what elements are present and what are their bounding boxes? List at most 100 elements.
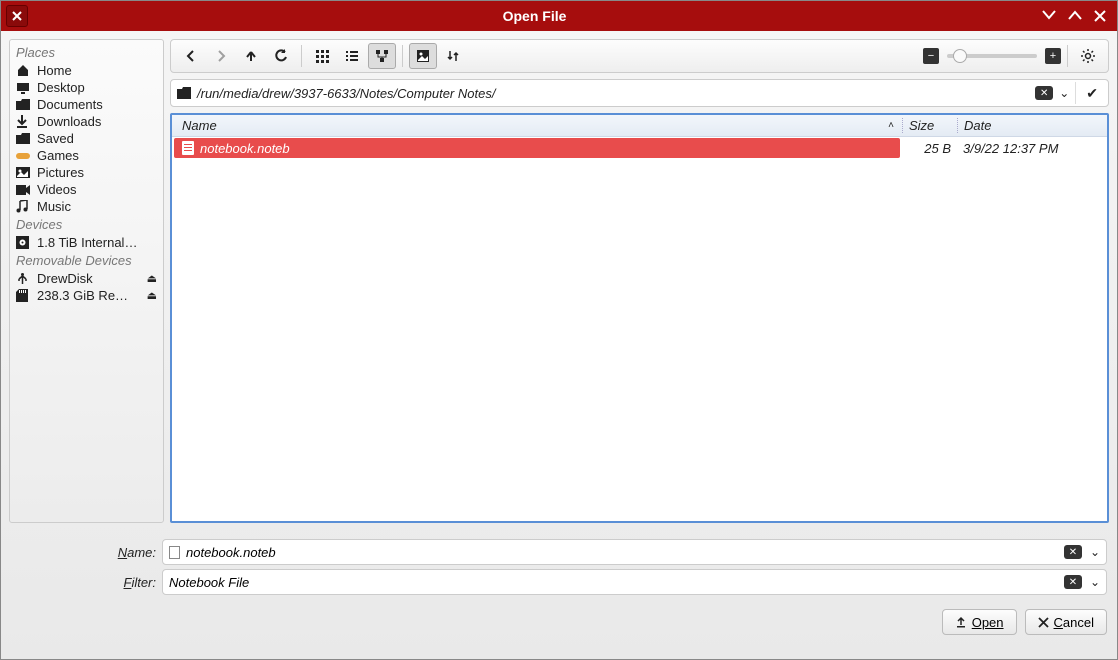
tree-view-button[interactable] xyxy=(368,43,396,69)
download-icon xyxy=(16,115,32,128)
clear-path-button[interactable]: ✕ xyxy=(1035,86,1053,100)
sort-ascending-icon: ˄ xyxy=(888,120,894,131)
path-input[interactable]: /run/media/drew/3937-6633/Notes/Computer… xyxy=(197,86,1029,101)
upload-icon xyxy=(955,616,967,628)
preview-button[interactable] xyxy=(409,43,437,69)
open-button[interactable]: Open xyxy=(942,609,1017,635)
devices-header: Devices xyxy=(10,215,163,234)
cancel-button[interactable]: Cancel xyxy=(1025,609,1107,635)
pictures-icon xyxy=(16,167,32,178)
places-item[interactable]: Videos xyxy=(10,181,163,198)
icon-view-button[interactable] xyxy=(308,43,336,69)
close-icon[interactable] xyxy=(1093,9,1107,23)
places-item[interactable]: Games xyxy=(10,147,163,164)
filter-field-container: ✕ ⌄ xyxy=(162,569,1107,595)
sidebar-item-label: Saved xyxy=(37,131,74,146)
back-button[interactable] xyxy=(177,43,205,69)
sidebar-item-label: Videos xyxy=(37,182,77,197)
sidebar-item-label: Downloads xyxy=(37,114,101,129)
zoom-in-button[interactable]: + xyxy=(1045,48,1061,64)
titlebar: Open File xyxy=(1,1,1117,31)
column-size-header[interactable]: Size xyxy=(902,118,957,133)
dialog-buttons: Open Cancel xyxy=(1,605,1117,645)
places-item[interactable]: Saved xyxy=(10,130,163,147)
file-row[interactable]: notebook.noteb 25 B3/9/22 12:37 PM xyxy=(172,137,1107,159)
zoom-slider[interactable] xyxy=(947,54,1037,58)
zoom-out-button[interactable]: − xyxy=(923,48,939,64)
sidebar-item-label: 238.3 GiB Re… xyxy=(37,288,128,303)
sidebar-item-label: 1.8 TiB Internal… xyxy=(37,235,137,250)
clear-name-button[interactable]: ✕ xyxy=(1064,545,1082,559)
path-dropdown-button[interactable]: ⌄ xyxy=(1059,86,1069,100)
removable-header: Removable Devices xyxy=(10,251,163,270)
file-icon xyxy=(182,141,194,155)
column-headers: Name ˄ Size Date xyxy=(172,115,1107,137)
sidebar-item-label: Music xyxy=(37,199,71,214)
places-header: Places xyxy=(10,43,163,62)
name-input[interactable] xyxy=(186,545,1058,560)
places-item[interactable]: Home xyxy=(10,62,163,79)
home-icon xyxy=(16,64,32,77)
devices-item[interactable]: 1.8 TiB Internal… xyxy=(10,234,163,251)
minimize-icon[interactable] xyxy=(1041,9,1057,23)
list-view-button[interactable] xyxy=(338,43,366,69)
forward-button[interactable] xyxy=(207,43,235,69)
eject-icon[interactable]: ⏏ xyxy=(147,272,157,285)
open-file-dialog: Open File Places Home Desktop Documents Dow… xyxy=(0,0,1118,660)
sidebar-item-label: Pictures xyxy=(37,165,84,180)
file-name: notebook.noteb xyxy=(200,141,290,156)
window-title: Open File xyxy=(28,8,1041,24)
sidebar-item-label: Games xyxy=(37,148,79,163)
folder-icon xyxy=(177,87,191,99)
sd-icon xyxy=(16,289,32,302)
file-list: Name ˄ Size Date notebook.noteb 25 B3/9/2… xyxy=(170,113,1109,523)
places-item[interactable]: Music xyxy=(10,198,163,215)
places-item[interactable]: Documents xyxy=(10,96,163,113)
window-controls xyxy=(1041,9,1117,23)
filter-input[interactable] xyxy=(169,575,1058,590)
file-size: 25 B xyxy=(902,141,957,156)
places-sidebar: Places Home Desktop Documents Downloads Save… xyxy=(9,39,164,523)
file-icon xyxy=(169,546,180,559)
column-date-header[interactable]: Date xyxy=(957,118,1107,133)
path-go-button[interactable]: ✔ xyxy=(1082,85,1102,102)
removable-item[interactable]: DrewDisk ⏏ xyxy=(10,270,163,287)
sidebar-item-label: Documents xyxy=(37,97,103,112)
app-close-button[interactable] xyxy=(6,5,28,27)
dialog-body: Places Home Desktop Documents Downloads Save… xyxy=(1,31,1117,659)
folder-icon xyxy=(16,99,32,110)
places-item[interactable]: Downloads xyxy=(10,113,163,130)
cancel-icon xyxy=(1038,617,1049,628)
name-dropdown-button[interactable]: ⌄ xyxy=(1088,545,1102,559)
filter-label: Filter: xyxy=(11,575,156,590)
file-date: 3/9/22 12:37 PM xyxy=(957,141,1107,156)
usb-icon xyxy=(16,273,32,285)
up-button[interactable] xyxy=(237,43,265,69)
name-label: Name: xyxy=(11,545,156,560)
toolbar: − + xyxy=(170,39,1109,73)
sidebar-item-label: Home xyxy=(37,63,72,78)
settings-button[interactable] xyxy=(1074,43,1102,69)
sidebar-item-label: Desktop xyxy=(37,80,85,95)
filter-dropdown-button[interactable]: ⌄ xyxy=(1088,575,1102,589)
reload-button[interactable] xyxy=(267,43,295,69)
clear-filter-button[interactable]: ✕ xyxy=(1064,575,1082,589)
videos-icon xyxy=(16,185,32,195)
sort-button[interactable] xyxy=(439,43,467,69)
main-column: − + /run/media/drew/3937-6633/Notes/Comp… xyxy=(170,39,1109,523)
path-bar: /run/media/drew/3937-6633/Notes/Computer… xyxy=(170,79,1109,107)
name-field-container: ✕ ⌄ xyxy=(162,539,1107,565)
places-item[interactable]: Desktop xyxy=(10,79,163,96)
places-item[interactable]: Pictures xyxy=(10,164,163,181)
desktop-icon xyxy=(16,82,32,94)
sidebar-item-label: DrewDisk xyxy=(37,271,93,286)
top-row: Places Home Desktop Documents Downloads Save… xyxy=(1,31,1117,531)
folder-icon xyxy=(16,133,32,144)
removable-item[interactable]: 238.3 GiB Re… ⏏ xyxy=(10,287,163,304)
maximize-icon[interactable] xyxy=(1067,9,1083,23)
music-icon xyxy=(16,200,32,213)
bottom-form: Name: ✕ ⌄ Filter: ✕ ⌄ xyxy=(1,531,1117,605)
games-icon xyxy=(16,151,32,161)
eject-icon[interactable]: ⏏ xyxy=(147,289,157,302)
column-name-header[interactable]: Name ˄ xyxy=(172,118,902,133)
